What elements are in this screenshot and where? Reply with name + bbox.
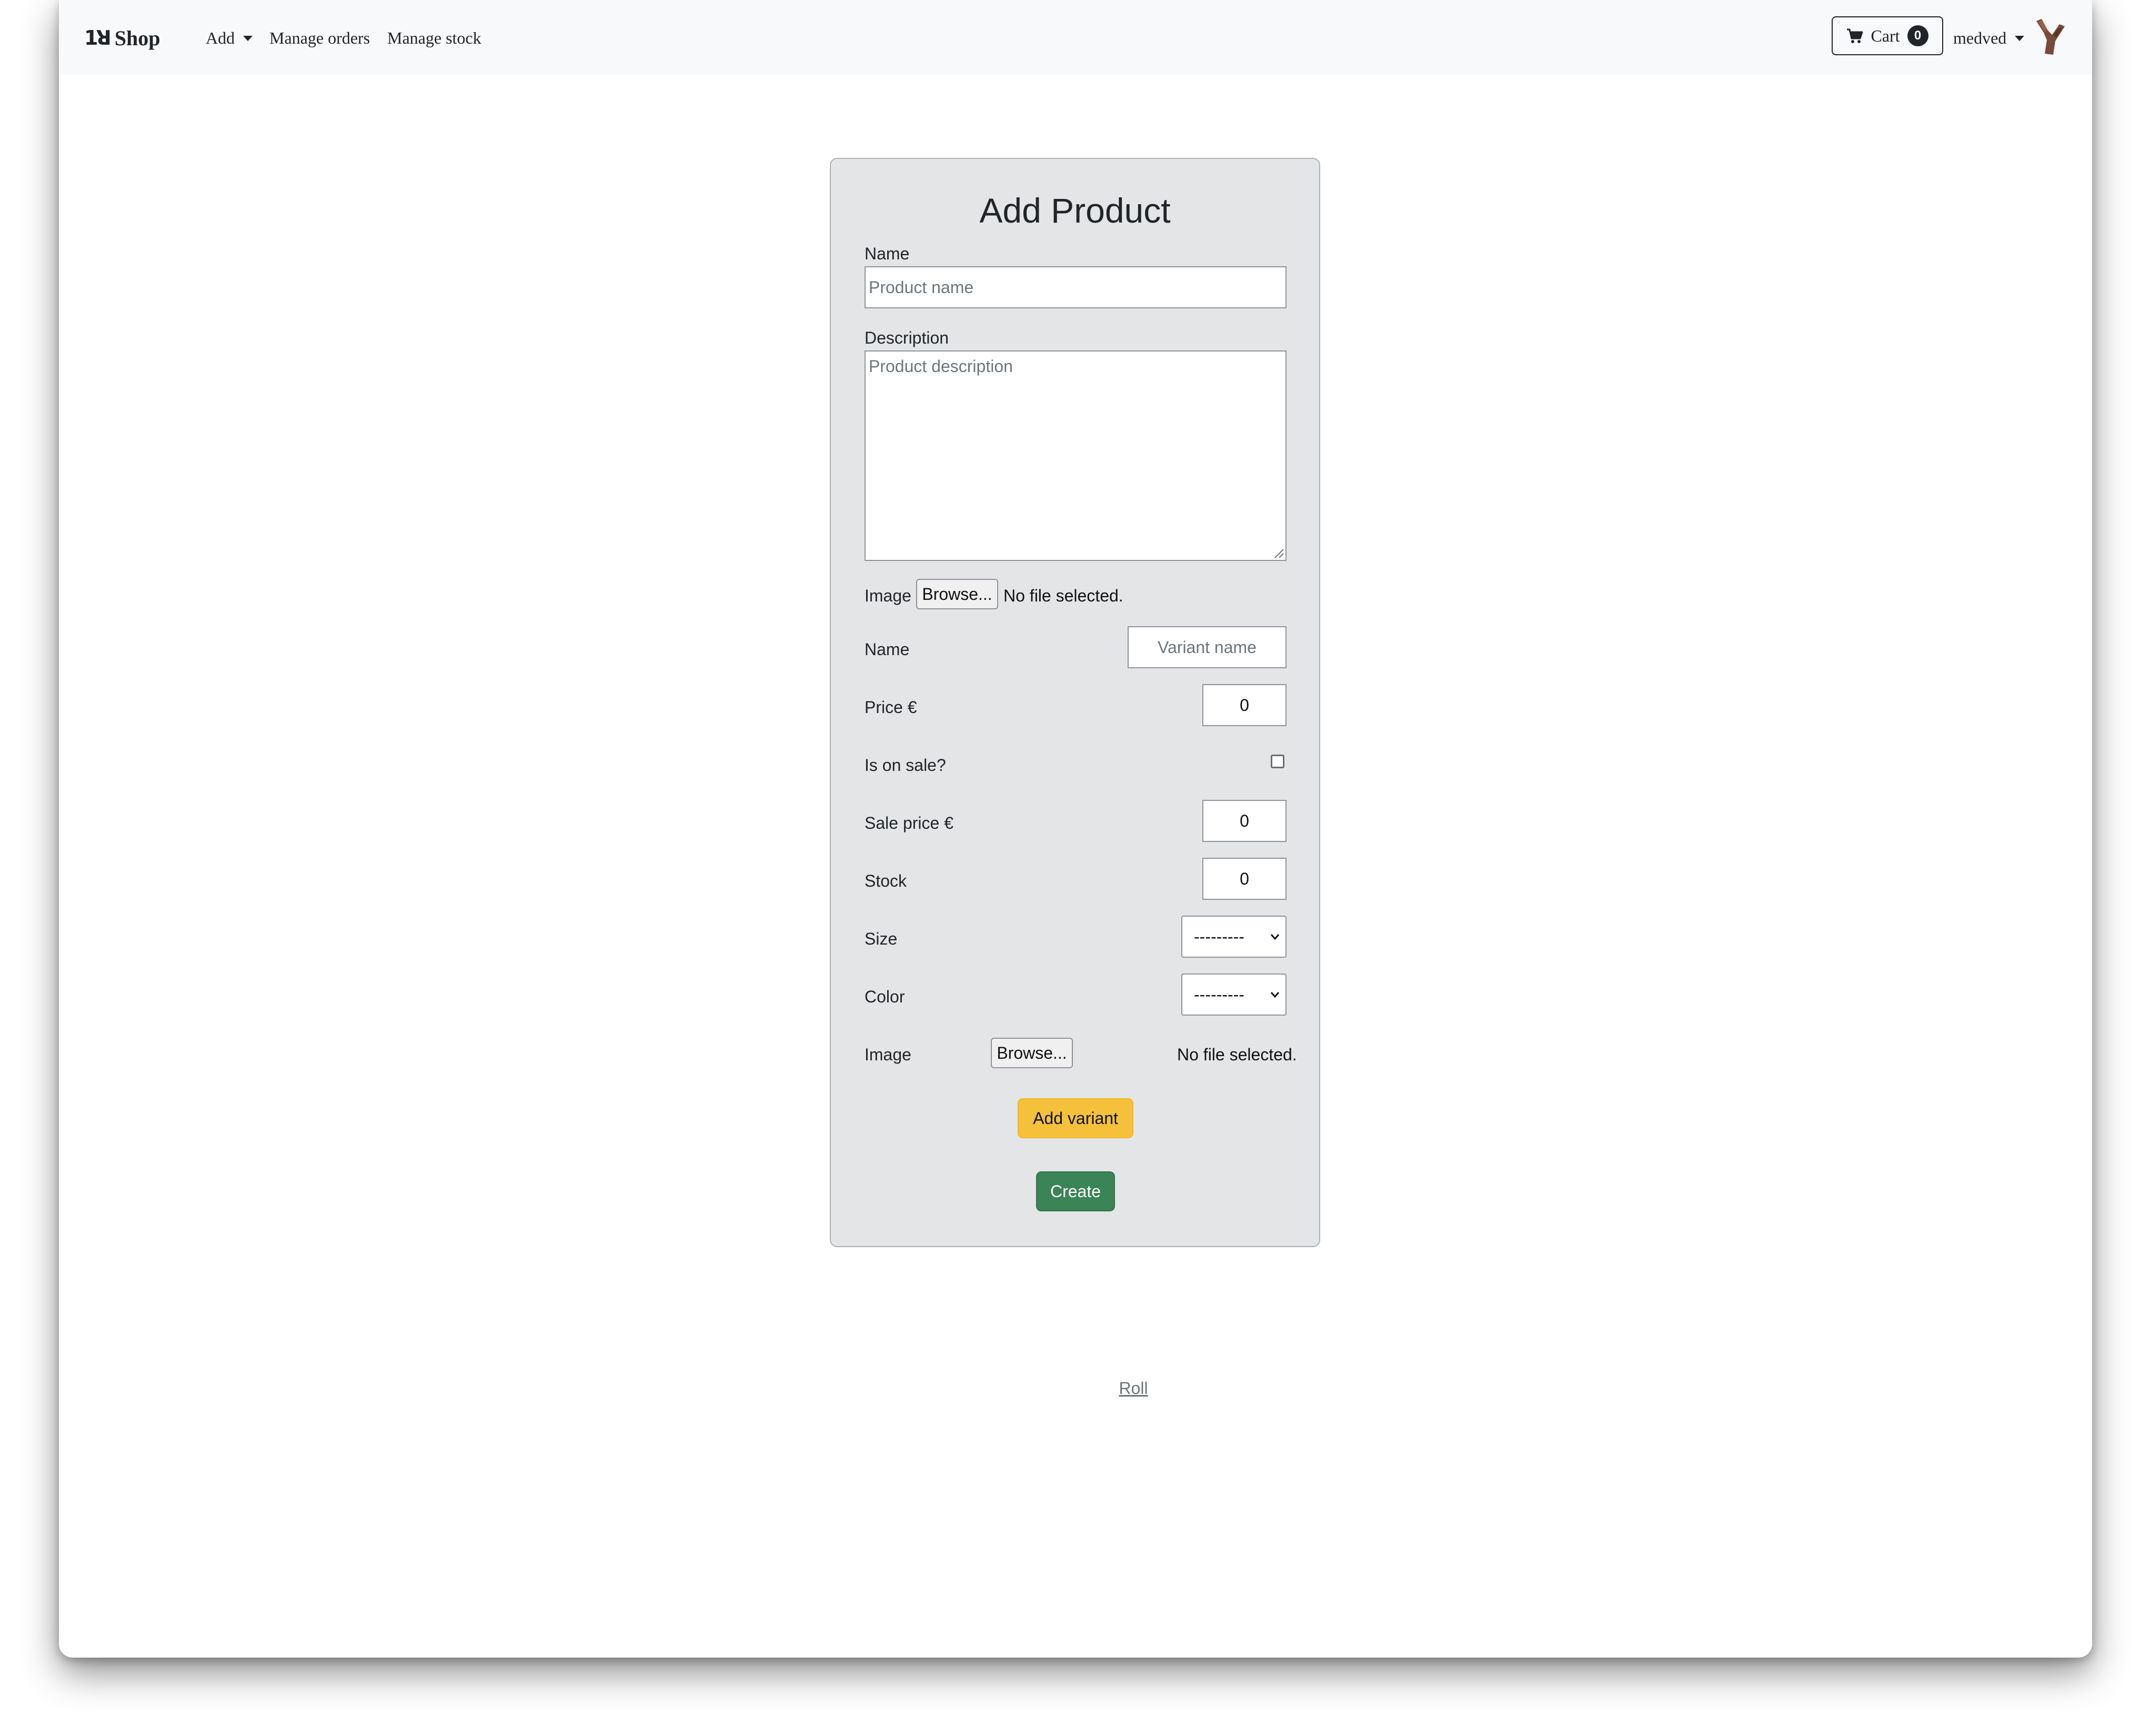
description-label: Description [865, 328, 949, 347]
sale-price-input[interactable]: 0 [1202, 800, 1287, 842]
avatar-icon[interactable] [2032, 17, 2069, 57]
on-sale-checkbox[interactable] [1271, 755, 1284, 768]
variant-image-browse-button[interactable]: Browse... [991, 1038, 1073, 1068]
variant-image-label: Image [865, 1045, 911, 1064]
page-title: Add Product [979, 191, 1171, 230]
cart-label: Cart [1871, 26, 1900, 45]
on-sale-label: Is on sale? [865, 756, 946, 775]
cart-icon [1847, 28, 1863, 43]
chevron-down-icon [1270, 992, 1280, 998]
image-browse-button[interactable]: Browse... [916, 579, 998, 609]
caret-down-icon [2015, 35, 2025, 41]
variant-name-input[interactable] [1128, 626, 1287, 668]
sale-price-label: Sale price € [865, 814, 953, 832]
brand-name: Shop [114, 26, 160, 50]
cart-count-badge: 0 [1907, 25, 1928, 46]
nav-manage-stock[interactable]: Manage stock [387, 23, 481, 53]
brand-link[interactable]: 1ꓤ Shop [84, 22, 160, 54]
resize-grip-icon[interactable] [1273, 547, 1284, 559]
variant-name-label: Name [865, 640, 910, 659]
cart-button[interactable]: Cart 0 [1832, 16, 1943, 55]
image-label: Image [865, 586, 911, 605]
size-label: Size [865, 929, 898, 948]
add-product-card: Add Product Name Description Image Brows… [830, 158, 1320, 1247]
product-name-input[interactable] [865, 266, 1287, 308]
footer-roll-link[interactable]: Roll [1094, 1379, 1173, 1398]
browser-window: 1ꓤ Shop Add Manage orders Manage stock C… [59, 0, 2092, 1658]
user-menu-dropdown[interactable]: medved [1953, 23, 2025, 53]
variant-image-file-status: No file selected. [1177, 1045, 1297, 1064]
price-label: Price € [865, 698, 917, 717]
username: medved [1953, 28, 2007, 47]
size-select[interactable]: --------- [1181, 916, 1287, 958]
brand-logo: 1ꓤ [84, 26, 112, 49]
image-file-status: No file selected. [1003, 586, 1123, 605]
stock-input[interactable]: 0 [1202, 858, 1287, 900]
price-input[interactable]: 0 [1202, 684, 1287, 726]
nav-manage-orders[interactable]: Manage orders [269, 23, 370, 53]
stock-label: Stock [865, 871, 907, 890]
color-label: Color [865, 987, 905, 1006]
navbar: 1ꓤ Shop Add Manage orders Manage stock C… [59, 0, 2092, 75]
product-description-textarea[interactable] [865, 350, 1287, 561]
nav-add-label: Add [206, 28, 235, 47]
create-button[interactable]: Create [1036, 1171, 1115, 1211]
name-label: Name [865, 244, 910, 263]
color-select[interactable]: --------- [1181, 974, 1287, 1016]
size-selected-value: --------- [1194, 927, 1244, 946]
chevron-down-icon [1270, 934, 1280, 940]
nav-add-dropdown[interactable]: Add [206, 23, 253, 53]
color-selected-value: --------- [1194, 985, 1244, 1004]
caret-down-icon [243, 35, 253, 41]
add-variant-button[interactable]: Add variant [1018, 1098, 1133, 1138]
